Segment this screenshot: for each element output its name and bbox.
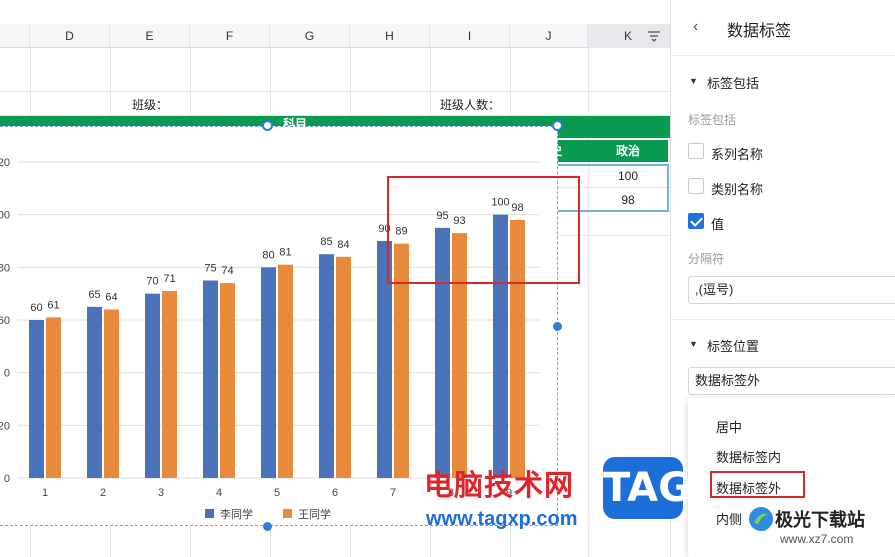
checkbox-category-name[interactable] [688, 178, 704, 194]
highlight-box-menu [710, 471, 805, 498]
bar-wang [162, 291, 177, 478]
x-tick-label: 5 [274, 487, 280, 499]
bar-li [87, 306, 102, 478]
y-tick-label: 20 [0, 157, 10, 169]
y-tick-label: 20 [0, 420, 10, 432]
resize-handle-top-right[interactable] [552, 120, 563, 131]
data-label: 81 [279, 247, 291, 259]
panel-title: 数据标签 [727, 23, 792, 40]
column-header-j[interactable]: J [510, 24, 588, 48]
class-label: 班级： [131, 98, 168, 112]
y-tick-label: 0 [4, 473, 10, 485]
aurora-logo-icon [749, 507, 773, 531]
legend-label: 王同学 [298, 507, 331, 521]
bar-wang [46, 317, 61, 478]
data-label: 85 [320, 236, 332, 248]
panel-header: ‹ 数据标签 [671, 0, 895, 56]
data-label: 65 [88, 289, 100, 301]
subject-header-politics[interactable]: 政治 [588, 140, 668, 162]
legend-swatch [205, 509, 214, 518]
column-header-h[interactable]: H [350, 24, 430, 48]
menu-item-inside-end[interactable]: 数据标签内 [716, 447, 781, 466]
checkbox-series-name[interactable] [688, 143, 704, 159]
x-tick-label: 4 [216, 487, 222, 499]
checkbox-value-label[interactable]: 值 [711, 214, 724, 233]
bar-li [203, 280, 218, 478]
legend-label: 李同学 [220, 507, 253, 521]
y-tick-label: 00 [0, 210, 10, 222]
bar-wang [104, 309, 119, 478]
legend-swatch [283, 509, 292, 518]
data-label: 75 [204, 263, 216, 275]
data-label: 61 [47, 299, 59, 311]
label-include-subtitle: 标签包括 [688, 113, 737, 127]
filter-icon[interactable] [647, 29, 661, 43]
resize-handle-bottom[interactable] [263, 522, 272, 531]
x-tick-label: 7 [390, 487, 396, 499]
y-tick-label: 0 [4, 368, 10, 380]
column-header-g[interactable]: G [270, 24, 350, 48]
bar-li [261, 267, 276, 478]
highlight-box-labels [387, 176, 580, 284]
label-position-select[interactable]: 数据标签外 [688, 367, 895, 395]
column-header-partial[interactable] [0, 24, 30, 48]
watermark-logo-url: www.xz7.com [780, 532, 854, 546]
caret-down-icon[interactable]: ▼ [689, 76, 698, 86]
watermark-url: www.tagxp.com [426, 508, 578, 530]
x-tick-label: 6 [332, 487, 338, 499]
bar-li [145, 293, 160, 478]
bar-li [319, 254, 334, 478]
watermark-tag-logo: TAG [603, 457, 691, 519]
x-tick-label: 1 [42, 487, 48, 499]
resize-handle-top[interactable] [262, 120, 273, 131]
column-header-d[interactable]: D [30, 24, 110, 48]
y-tick-label: 80 [0, 262, 10, 274]
data-label: 64 [105, 291, 117, 303]
x-tick-label: 3 [158, 487, 164, 499]
separator-label: 分隔符 [688, 252, 725, 266]
bar-wang [278, 264, 293, 478]
section-label-position[interactable]: 标签位置 [707, 336, 759, 355]
data-label: 74 [221, 265, 233, 277]
checkbox-category-name-label[interactable]: 类别名称 [711, 179, 763, 198]
watermark-logo-text: 极光下载站 [775, 510, 865, 530]
menu-item-center[interactable]: 居中 [716, 417, 742, 436]
checkbox-value[interactable] [688, 213, 704, 229]
bar-li [29, 320, 44, 478]
menu-item-inside-base[interactable]: 内侧 [716, 509, 742, 528]
column-header-f[interactable]: F [190, 24, 270, 48]
column-headers: D E F G H I J K [0, 24, 670, 48]
bar-wang [336, 256, 351, 478]
data-label: 60 [30, 302, 42, 314]
data-label: 71 [163, 273, 175, 285]
watermark-cn: 电脑技术网 [424, 470, 575, 502]
x-tick-label: 2 [100, 487, 106, 499]
data-label: 80 [262, 249, 274, 261]
chevron-left-icon[interactable]: ‹ [693, 18, 698, 36]
y-tick-label: 60 [0, 315, 10, 327]
caret-down-icon[interactable]: ▼ [689, 339, 698, 349]
data-label: 70 [146, 276, 158, 288]
checkbox-series-name-label[interactable]: 系列名称 [711, 144, 763, 163]
bar-wang [220, 283, 235, 478]
data-label: 84 [337, 239, 349, 251]
column-header-i[interactable]: I [430, 24, 510, 48]
resize-handle-right[interactable] [553, 322, 562, 331]
section-label-include[interactable]: 标签包括 [707, 73, 759, 92]
separator-select[interactable]: ,(逗号) [688, 276, 895, 304]
column-header-e[interactable]: E [110, 24, 190, 48]
class-count-label: 班级人数： [439, 98, 500, 112]
